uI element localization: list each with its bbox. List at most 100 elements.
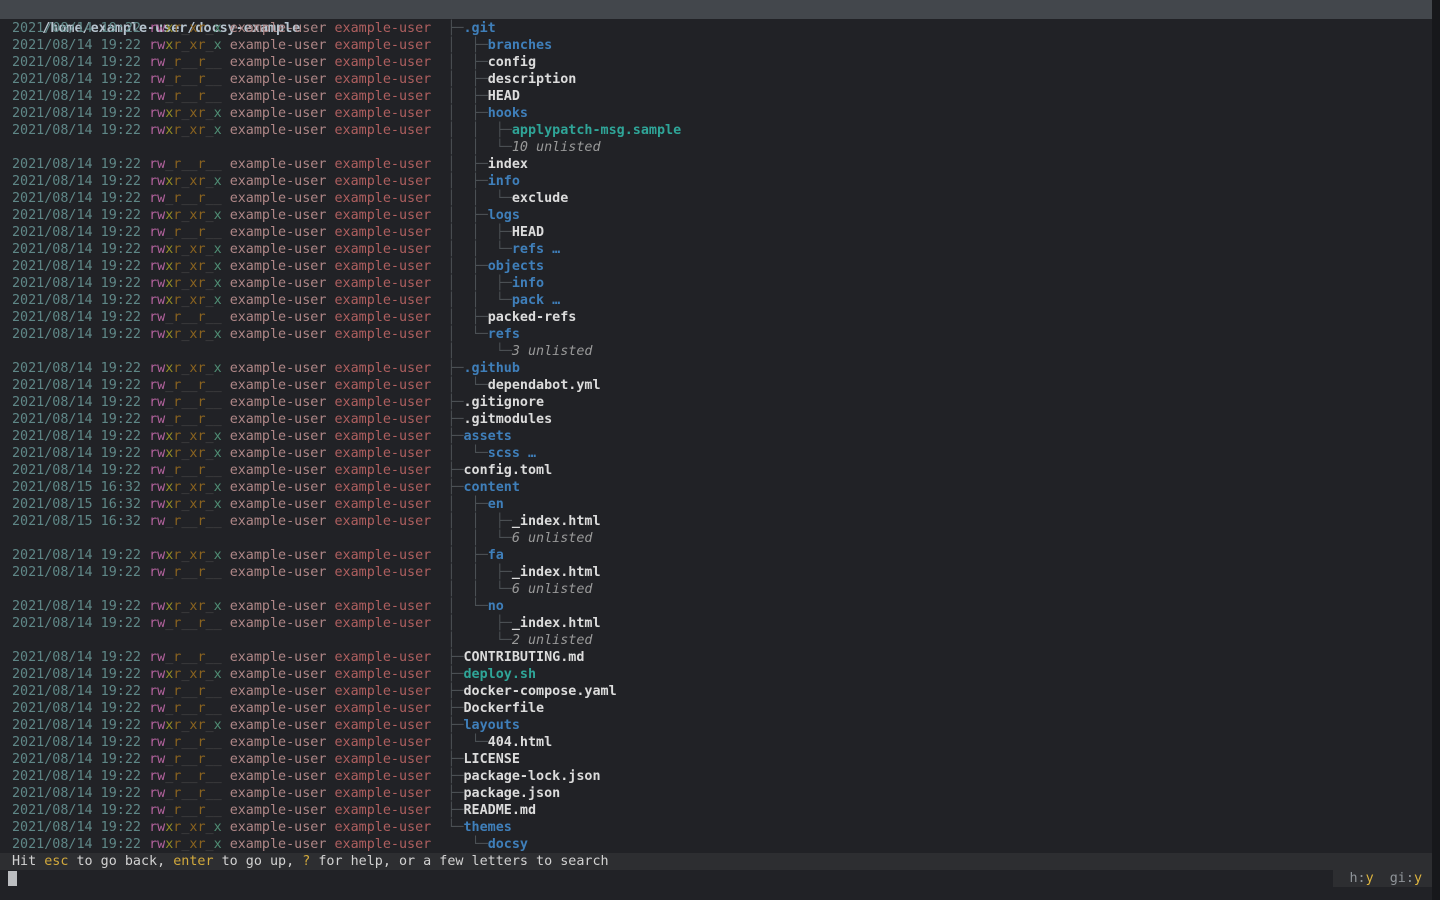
directory-name[interactable]: objects bbox=[488, 259, 544, 274]
executable-file-name[interactable]: applypatch-msg.sample bbox=[512, 123, 681, 138]
directory-name[interactable]: fa bbox=[488, 548, 504, 563]
file-name[interactable]: Dockerfile bbox=[464, 701, 545, 716]
tree-row[interactable]: 2021/08/14 19:22 rw_r__r__ example-user … bbox=[0, 785, 1432, 802]
tree-row[interactable]: 2021/08/14 19:22 rwxr_xr_x example-user … bbox=[0, 819, 1432, 836]
tree-row[interactable]: 2021/08/14 19:22 rw_r__r__ example-user … bbox=[0, 564, 1432, 581]
executable-file-name[interactable]: deploy.sh bbox=[464, 667, 537, 682]
tree-row[interactable]: 2021/08/14 19:22 rw_r__r__ example-user … bbox=[0, 71, 1432, 88]
tree-row[interactable]: 2021/08/14 19:22 rw_r__r__ example-user … bbox=[0, 54, 1432, 71]
file-name[interactable]: config bbox=[488, 55, 536, 70]
file-name[interactable]: description bbox=[488, 72, 577, 87]
owner-name: example-user bbox=[230, 650, 335, 665]
file-name[interactable]: _index.html bbox=[512, 565, 601, 580]
directory-name[interactable]: refs bbox=[512, 242, 544, 257]
file-name[interactable]: README.md bbox=[464, 803, 537, 818]
tree-row[interactable]: 2021/08/14 19:22 rwxr_xr_x example-user … bbox=[0, 836, 1432, 853]
directory-name[interactable]: logs bbox=[488, 208, 520, 223]
directory-name[interactable]: content bbox=[464, 480, 520, 495]
directory-name[interactable]: no bbox=[488, 599, 504, 614]
tree-row[interactable]: 2021/08/14 19:22 rwxr_xr_x example-user … bbox=[0, 20, 1432, 37]
directory-name[interactable]: hooks bbox=[488, 106, 528, 121]
directory-name[interactable]: .github bbox=[464, 361, 520, 376]
directory-name[interactable]: .git bbox=[464, 21, 496, 36]
spacer bbox=[431, 463, 447, 478]
directory-name[interactable]: branches bbox=[488, 38, 553, 53]
file-name[interactable]: package-lock.json bbox=[464, 769, 601, 784]
tree-row[interactable]: 2021/08/14 19:22 rw_r__r__ example-user … bbox=[0, 734, 1432, 751]
search-input-bar[interactable]: h:y gi:y bbox=[0, 870, 1432, 887]
file-name[interactable]: package.json bbox=[464, 786, 561, 801]
unlisted-count: 2 unlisted bbox=[512, 633, 593, 648]
permission-bit: r bbox=[197, 89, 205, 104]
tree-row[interactable]: 2021/08/14 19:22 rwxr_xr_x example-user … bbox=[0, 241, 1432, 258]
tree-row[interactable]: 2021/08/15 16:32 rw_r__r__ example-user … bbox=[0, 513, 1432, 530]
tree-row[interactable]: 2021/08/14 19:22 rw_r__r__ example-user … bbox=[0, 751, 1432, 768]
tree-row[interactable]: 2021/08/14 19:22 rwxr_xr_x example-user … bbox=[0, 37, 1432, 54]
file-name[interactable]: LICENSE bbox=[464, 752, 520, 767]
tree-row[interactable]: 2021/08/14 19:22 rw_r__r__ example-user … bbox=[0, 700, 1432, 717]
directory-name[interactable]: en bbox=[488, 497, 504, 512]
tree-row[interactable]: 2021/08/14 19:22 rwxr_xr_x example-user … bbox=[0, 105, 1432, 122]
tree-row[interactable]: │ │ └─6 unlisted bbox=[0, 581, 1432, 598]
file-name[interactable]: .gitmodules bbox=[464, 412, 553, 427]
tree-row[interactable]: 2021/08/14 19:22 rwxr_xr_x example-user … bbox=[0, 275, 1432, 292]
tree-row[interactable]: 2021/08/15 16:32 rwxr_xr_x example-user … bbox=[0, 496, 1432, 513]
tree-row[interactable]: 2021/08/14 19:22 rw_r__r__ example-user … bbox=[0, 462, 1432, 479]
tree-row[interactable]: │ │ └─6 unlisted bbox=[0, 530, 1432, 547]
tree-row[interactable]: 2021/08/14 19:22 rwxr_xr_x example-user … bbox=[0, 326, 1432, 343]
tree-row[interactable]: 2021/08/14 19:22 rwxr_xr_x example-user … bbox=[0, 122, 1432, 139]
file-name[interactable]: index bbox=[488, 157, 528, 172]
tree-row[interactable]: 2021/08/15 16:32 rwxr_xr_x example-user … bbox=[0, 479, 1432, 496]
file-name[interactable]: dependabot.yml bbox=[488, 378, 601, 393]
tree-row[interactable]: 2021/08/14 19:22 rwxr_xr_x example-user … bbox=[0, 428, 1432, 445]
directory-name[interactable]: assets bbox=[464, 429, 512, 444]
file-name[interactable]: HEAD bbox=[488, 89, 520, 104]
tree-row[interactable]: 2021/08/14 19:22 rwxr_xr_x example-user … bbox=[0, 717, 1432, 734]
directory-name[interactable]: refs bbox=[488, 327, 520, 342]
file-name[interactable]: config.toml bbox=[464, 463, 553, 478]
file-name[interactable]: _index.html bbox=[512, 514, 601, 529]
directory-name[interactable]: info bbox=[512, 276, 544, 291]
file-name[interactable]: 404.html bbox=[488, 735, 553, 750]
tree-row[interactable]: │ │ └─10 unlisted bbox=[0, 139, 1432, 156]
file-name[interactable]: HEAD bbox=[512, 225, 544, 240]
tree-row[interactable]: 2021/08/14 19:22 rw_r__r__ example-user … bbox=[0, 377, 1432, 394]
tree-row[interactable]: 2021/08/14 19:22 rwxr_xr_x example-user … bbox=[0, 666, 1432, 683]
tree-row[interactable]: 2021/08/14 19:22 rwxr_xr_x example-user … bbox=[0, 598, 1432, 615]
tree-row[interactable]: │ └─2 unlisted bbox=[0, 632, 1432, 649]
directory-name[interactable]: docsy bbox=[488, 837, 528, 852]
tree-row[interactable]: 2021/08/14 19:22 rw_r__r__ example-user … bbox=[0, 615, 1432, 632]
directory-name[interactable]: info bbox=[488, 174, 520, 189]
directory-name[interactable]: scss bbox=[488, 446, 520, 461]
tree-row[interactable]: 2021/08/14 19:22 rw_r__r__ example-user … bbox=[0, 88, 1432, 105]
tree-row[interactable]: 2021/08/14 19:22 rw_r__r__ example-user … bbox=[0, 156, 1432, 173]
tree-row[interactable]: 2021/08/14 19:22 rwxr_xr_x example-user … bbox=[0, 173, 1432, 190]
file-name[interactable]: _index.html bbox=[512, 616, 601, 631]
tree-row[interactable]: 2021/08/14 19:22 rw_r__r__ example-user … bbox=[0, 411, 1432, 428]
file-name[interactable]: .gitignore bbox=[464, 395, 545, 410]
file-name[interactable]: docker-compose.yaml bbox=[464, 684, 617, 699]
tree-row[interactable]: 2021/08/14 19:22 rwxr_xr_x example-user … bbox=[0, 445, 1432, 462]
tree-row[interactable]: 2021/08/14 19:22 rw_r__r__ example-user … bbox=[0, 802, 1432, 819]
file-name[interactable]: CONTRIBUTING.md bbox=[464, 650, 585, 665]
tree-row[interactable]: 2021/08/14 19:22 rw_r__r__ example-user … bbox=[0, 224, 1432, 241]
tree-row[interactable]: 2021/08/14 19:22 rw_r__r__ example-user … bbox=[0, 190, 1432, 207]
tree-row[interactable]: 2021/08/14 19:22 rwxr_xr_x example-user … bbox=[0, 360, 1432, 377]
tree-row[interactable]: 2021/08/14 19:22 rw_r__r__ example-user … bbox=[0, 309, 1432, 326]
tree-row[interactable]: 2021/08/14 19:22 rw_r__r__ example-user … bbox=[0, 768, 1432, 785]
tree-row[interactable]: 2021/08/14 19:22 rwxr_xr_x example-user … bbox=[0, 258, 1432, 275]
tree-row[interactable]: 2021/08/14 19:22 rwxr_xr_x example-user … bbox=[0, 547, 1432, 564]
tree-row[interactable]: │ └─3 unlisted bbox=[0, 343, 1432, 360]
tree-branch-lines: ├─ bbox=[447, 752, 463, 767]
row-metadata: 2021/08/14 19:22 rwxr_xr_x example-user … bbox=[12, 667, 447, 682]
directory-name[interactable]: layouts bbox=[464, 718, 520, 733]
tree-row[interactable]: 2021/08/14 19:22 rw_r__r__ example-user … bbox=[0, 683, 1432, 700]
directory-name[interactable]: themes bbox=[464, 820, 512, 835]
file-name[interactable]: packed-refs bbox=[488, 310, 577, 325]
tree-row[interactable]: 2021/08/14 19:22 rwxr_xr_x example-user … bbox=[0, 292, 1432, 309]
directory-name[interactable]: pack bbox=[512, 293, 544, 308]
tree-row[interactable]: 2021/08/14 19:22 rwxr_xr_x example-user … bbox=[0, 207, 1432, 224]
tree-row[interactable]: 2021/08/14 19:22 rw_r__r__ example-user … bbox=[0, 394, 1432, 411]
tree-row[interactable]: 2021/08/14 19:22 rw_r__r__ example-user … bbox=[0, 649, 1432, 666]
file-name[interactable]: exclude bbox=[512, 191, 568, 206]
